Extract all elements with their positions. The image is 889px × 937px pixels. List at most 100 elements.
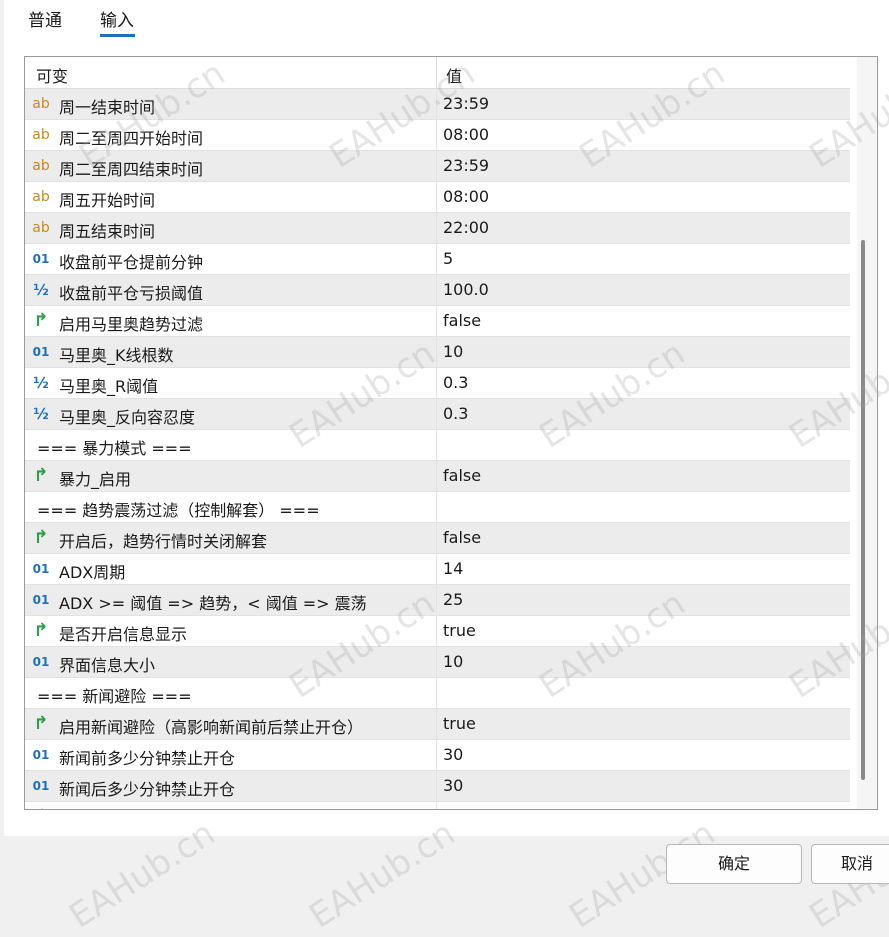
table-row[interactable]: 01 收盘前平仓提前分钟 5 [25, 244, 850, 275]
boolean-type-icon: ↱ [33, 713, 49, 734]
boolean-type-icon: ↱ [31, 807, 51, 810]
cell-divider [436, 647, 437, 677]
row-value[interactable]: 23:59 [443, 156, 489, 175]
ok-button[interactable]: 确定 [666, 844, 802, 884]
section-header-row[interactable]: === 新闻避险 === [25, 678, 850, 709]
table-row[interactable]: 01 新闻后多少分钟禁止开仓 30 [25, 771, 850, 802]
double-type-icon: ½ [33, 405, 49, 423]
inputs-grid: 可变 值 ab 周一结束时间 23:59 ab 周二至周四开始时间 08:00 ab 周二至周… [24, 56, 878, 810]
cell-divider [436, 151, 437, 181]
string-type-icon: ab [32, 158, 50, 174]
cell-divider [436, 740, 437, 770]
row-variable-name: 周五开始时间 [59, 191, 156, 210]
row-value[interactable]: 0.3 [443, 373, 468, 392]
row-value[interactable]: 30 [443, 776, 463, 795]
boolean-type-icon: ↱ [33, 620, 49, 641]
row-variable-name: 收盘前平仓亏损阈值 [59, 284, 204, 303]
row-variable-name: ADX周期 [59, 563, 126, 582]
column-divider[interactable] [436, 57, 437, 88]
integer-type-icon: 01 [32, 562, 50, 576]
row-value[interactable]: 100.0 [443, 280, 489, 299]
tab-common[interactable]: 普通 [28, 6, 62, 31]
table-row[interactable]: 01 ADX周期 14 [25, 554, 850, 585]
integer-type-icon: 01 [32, 252, 50, 266]
active-tab-indicator [100, 34, 135, 37]
row-value[interactable]: true [443, 807, 476, 809]
row-value[interactable]: 0.3 [443, 404, 468, 423]
row-value[interactable]: 10 [443, 652, 463, 671]
row-variable-name: 马里奥_R阈值 [59, 377, 159, 396]
row-variable-name: === 趋势震荡过滤（控制解套） === [37, 501, 320, 520]
row-value[interactable]: false [443, 311, 481, 330]
row-value[interactable]: 25 [443, 590, 463, 609]
row-variable-name: 暴力_启用 [59, 470, 132, 489]
cell-divider [436, 213, 437, 243]
row-value[interactable]: true [443, 621, 476, 640]
dialog-panel: 普通 输入 可变 值 ab 周一结束时间 23:59 ab 周二至周四开始时间 08:00… [4, 0, 889, 836]
vertical-scrollbar[interactable] [857, 57, 877, 809]
row-value[interactable]: 22:00 [443, 218, 489, 237]
section-header-row[interactable]: === 暴力模式 === [25, 430, 850, 461]
row-variable-name: 马里奥_反向容忍度 [59, 408, 196, 427]
table-row[interactable]: ½ 马里奥_R阈值 0.3 [25, 368, 850, 399]
table-row[interactable]: ↱ 启用马里奥趋势过滤 false [25, 306, 850, 337]
row-value[interactable]: 10 [443, 342, 463, 361]
row-variable-name: ADX >= 阈值 => 趋势，< 阈值 => 震荡 [59, 594, 367, 613]
row-variable-name: 周二至周四开始时间 [59, 129, 204, 148]
cell-divider [436, 678, 437, 708]
table-row[interactable]: ↱ 是否开启信息显示 true [25, 616, 850, 647]
row-value[interactable]: 08:00 [443, 187, 489, 206]
cell-divider [436, 399, 437, 429]
tab-inputs[interactable]: 输入 [100, 6, 134, 31]
scrollbar-thumb[interactable] [861, 240, 865, 780]
cell-divider [436, 182, 437, 212]
table-row[interactable]: ↱ 启用新闻避险（高影响新闻前后禁止开仓） true [25, 709, 850, 740]
cell-divider [436, 802, 437, 809]
row-variable-name: 周二至周四结束时间 [59, 160, 204, 179]
row-value[interactable]: 23:59 [443, 94, 489, 113]
integer-type-icon: 01 [32, 748, 50, 762]
row-value[interactable]: 14 [443, 559, 463, 578]
table-row[interactable]: ↱ 暴力_启用 false [25, 461, 850, 492]
cell-divider [436, 337, 437, 367]
row-value[interactable]: false [443, 528, 481, 547]
row-variable-name: 启用马里奥趋势过滤 [59, 315, 204, 334]
row-value[interactable]: 08:00 [443, 125, 489, 144]
table-row[interactable]: 01 界面信息大小 10 [25, 647, 850, 678]
row-variable-name: 开启后，趋势行情时关闭解套 [59, 532, 268, 551]
table-row[interactable]: ab 周二至周四开始时间 08:00 [25, 120, 850, 151]
integer-type-icon: 01 [32, 593, 50, 607]
cancel-button[interactable]: 取消 [811, 844, 889, 884]
table-row[interactable]: ↱ 只对高影响新闻生效 true [25, 802, 850, 810]
cell-divider [436, 275, 437, 305]
row-variable-name: 收盘前平仓提前分钟 [59, 253, 204, 272]
row-variable-name: 只对高影响新闻生效 [59, 807, 203, 809]
row-value[interactable]: 30 [443, 745, 463, 764]
row-value[interactable]: true [443, 714, 476, 733]
column-header-variable[interactable]: 可变 [36, 63, 68, 87]
column-header-value[interactable]: 值 [446, 63, 462, 87]
section-header-row[interactable]: === 趋势震荡过滤（控制解套） === [25, 492, 850, 523]
table-row[interactable]: 01 马里奥_K线根数 10 [25, 337, 850, 368]
row-variable-name: 界面信息大小 [59, 656, 156, 675]
row-value[interactable]: 5 [443, 249, 453, 268]
cell-divider [436, 585, 437, 615]
table-row[interactable]: 01 ADX >= 阈值 => 趋势，< 阈值 => 震荡 25 [25, 585, 850, 616]
table-row[interactable]: ab 周二至周四结束时间 23:59 [25, 151, 850, 182]
boolean-type-icon: ↱ [33, 527, 49, 548]
double-type-icon: ½ [33, 281, 49, 299]
cell-divider [436, 368, 437, 398]
row-variable-name: 马里奥_K线根数 [59, 346, 174, 365]
table-row[interactable]: ab 周一结束时间 23:59 [25, 89, 850, 120]
row-value[interactable]: false [443, 466, 481, 485]
table-row[interactable]: ½ 马里奥_反向容忍度 0.3 [25, 399, 850, 430]
table-row[interactable]: ab 周五开始时间 08:00 [25, 182, 850, 213]
table-row[interactable]: 01 新闻前多少分钟禁止开仓 30 [25, 740, 850, 771]
cell-divider [436, 89, 437, 119]
boolean-type-icon: ↱ [33, 465, 49, 486]
cell-divider [436, 554, 437, 584]
table-row[interactable]: ½ 收盘前平仓亏损阈值 100.0 [25, 275, 850, 306]
table-row[interactable]: ↱ 开启后，趋势行情时关闭解套 false [25, 523, 850, 554]
table-row[interactable]: ab 周五结束时间 22:00 [25, 213, 850, 244]
cell-divider [436, 709, 437, 739]
